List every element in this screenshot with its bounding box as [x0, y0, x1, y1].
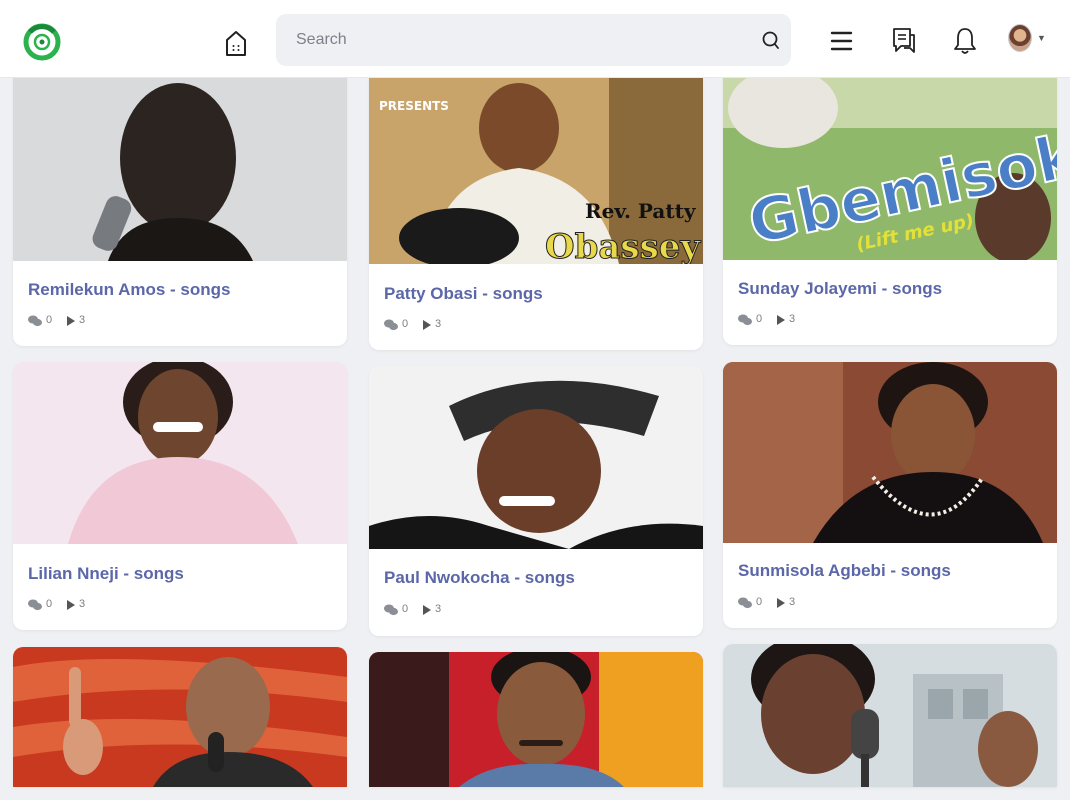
user-menu[interactable]: ▼	[1008, 24, 1048, 54]
artist-photo	[723, 362, 1057, 543]
comments-icon	[384, 319, 398, 331]
hamburger-menu-icon	[830, 31, 853, 51]
avatar	[1008, 24, 1032, 52]
search-button[interactable]	[759, 28, 783, 52]
artist-thumbnail[interactable]	[13, 362, 347, 544]
comments-icon	[28, 315, 42, 327]
search-input[interactable]	[276, 14, 746, 66]
artist-photo	[13, 68, 347, 261]
play-count: 3	[789, 596, 796, 608]
comments-icon	[384, 604, 398, 616]
artist-thumbnail[interactable]	[723, 644, 1057, 787]
bell-icon	[954, 28, 976, 54]
notifications-button[interactable]	[951, 26, 979, 56]
comments-icon	[738, 597, 752, 609]
artist-photo	[723, 644, 1057, 787]
comments-icon	[738, 314, 752, 326]
comment-count: 0	[402, 318, 409, 330]
search-bar	[276, 14, 791, 66]
cover-name-text: Rev. Patty	[585, 199, 697, 223]
artist-card: Paul Nwokocha - songs 0 3	[369, 366, 703, 636]
menu-button[interactable]	[828, 26, 856, 56]
site-logo[interactable]	[22, 14, 62, 70]
artist-thumbnail[interactable]	[723, 362, 1057, 543]
artist-card: PRESENTS Rev. Patty Obassey Patty Obasi …	[369, 68, 703, 350]
artist-card	[723, 644, 1057, 787]
artist-photo	[13, 362, 347, 544]
artist-card: Sunmisola Agbebi - songs 0 3	[723, 362, 1057, 628]
search-icon	[762, 31, 779, 49]
play-icon	[777, 315, 785, 325]
artist-title-link[interactable]: Sunday Jolayemi - songs	[738, 279, 942, 299]
play-count: 3	[435, 603, 442, 615]
messages-icon	[893, 28, 915, 53]
artist-photo	[369, 366, 703, 549]
cover-presents-text: PRESENTS	[379, 99, 449, 113]
artist-thumbnail[interactable]	[369, 366, 703, 549]
play-icon	[423, 320, 431, 330]
play-icon	[777, 598, 785, 608]
play-count: 3	[435, 318, 442, 330]
comment-count: 0	[46, 598, 53, 610]
comment-count: 0	[756, 596, 763, 608]
comment-count: 0	[756, 313, 763, 325]
artist-thumbnail[interactable]: Gbemisoke (Lift me up)	[723, 68, 1057, 260]
artist-title-link[interactable]: Sunmisola Agbebi - songs	[738, 561, 951, 581]
artist-card: Remilekun Amos - songs 0 3	[13, 68, 347, 346]
artist-card	[369, 652, 703, 787]
artist-photo	[13, 647, 347, 787]
comments-icon	[28, 599, 42, 611]
cover-surname-text: Obassey	[545, 227, 701, 264]
artist-title-link[interactable]: Remilekun Amos - songs	[28, 280, 230, 300]
play-count: 3	[79, 314, 86, 326]
play-icon	[423, 605, 431, 615]
artist-card	[13, 647, 347, 787]
artist-thumbnail[interactable]	[13, 68, 347, 261]
artist-title-link[interactable]: Paul Nwokocha - songs	[384, 568, 575, 588]
chevron-down-icon: ▼	[1037, 33, 1046, 43]
artist-title-link[interactable]: Lilian Nneji - songs	[28, 564, 184, 584]
home-button[interactable]	[222, 26, 250, 60]
artist-thumbnail[interactable]	[369, 652, 703, 787]
home-icon	[226, 31, 246, 56]
messages-button[interactable]	[890, 26, 918, 56]
artist-thumbnail[interactable]: PRESENTS Rev. Patty Obassey	[369, 68, 703, 264]
play-count: 3	[79, 598, 86, 610]
artist-card: Lilian Nneji - songs 0 3	[13, 362, 347, 630]
play-icon	[67, 600, 75, 610]
comment-count: 0	[46, 314, 53, 326]
top-navbar: ▼	[0, 0, 1070, 78]
play-count: 3	[789, 313, 796, 325]
play-icon	[67, 316, 75, 326]
comment-count: 0	[402, 603, 409, 615]
artist-title-link[interactable]: Patty Obasi - songs	[384, 284, 543, 304]
album-cover: PRESENTS Rev. Patty Obassey	[369, 68, 703, 264]
artist-thumbnail[interactable]	[13, 647, 347, 787]
artist-photo	[369, 652, 703, 787]
artist-card: Gbemisoke (Lift me up) Sunday Jolayemi -…	[723, 68, 1057, 345]
album-cover: Gbemisoke (Lift me up)	[723, 68, 1057, 260]
